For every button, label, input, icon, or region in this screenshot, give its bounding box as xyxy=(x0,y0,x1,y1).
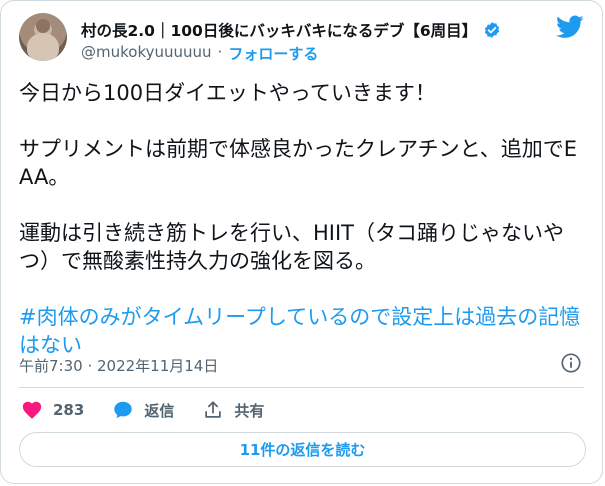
reply-button[interactable]: 返信 xyxy=(112,399,174,421)
tweet-hashtag[interactable]: #肉体のみがタイムリープしているので設定上は過去の記憶はない xyxy=(19,303,589,359)
tweet-paragraph-3: 運動は引き続き筋トレを行い、HIIT（タコ踊りじゃないやつ）で無酸素性持久力の強… xyxy=(19,221,565,273)
handle-separator: · xyxy=(217,43,223,61)
author-handle-row: @mukokyuuuuuu · フォローする xyxy=(81,43,318,64)
author-display-name[interactable]: 村の長2.0｜100日後にバッキバキになるデブ【6周目】 xyxy=(81,19,477,41)
heart-icon xyxy=(22,401,42,419)
avatar-body xyxy=(27,33,59,61)
share-icon xyxy=(205,401,222,418)
author-handle[interactable]: @mukokyuuuuuu xyxy=(81,43,212,64)
verified-badge-icon xyxy=(484,22,500,38)
twitter-bird-icon[interactable] xyxy=(556,15,584,39)
reply-bubble-icon xyxy=(114,401,133,419)
share-button[interactable]: 共有 xyxy=(202,399,264,421)
tweet-card: 村の長2.0｜100日後にバッキバキになるデブ【6周目】 @mukokyuuuu… xyxy=(0,0,603,484)
tweet-timestamp[interactable]: 午前7:30 · 2022年11月14日 xyxy=(19,355,218,376)
tweet-paragraph-2: サプリメントは前期で体感良かったクレアチンと、追加でEAA。 xyxy=(19,137,578,189)
avatar[interactable] xyxy=(19,13,67,61)
avatar-head xyxy=(36,19,50,33)
tweet-paragraph-1: 今日から100日ダイエットやっていきます！ xyxy=(19,81,436,105)
share-label: 共有 xyxy=(234,401,265,420)
tweet-body: 今日から100日ダイエットやっていきます！ サプリメントは前期で体感良かったクレ… xyxy=(19,79,589,359)
reply-label: 返信 xyxy=(144,401,175,420)
author-name-row: 村の長2.0｜100日後にバッキバキになるデブ【6周目】 xyxy=(81,19,501,41)
tweet-actions: 283 返信 共有 xyxy=(21,399,292,421)
info-icon[interactable] xyxy=(560,352,582,374)
like-count: 283 xyxy=(53,401,85,419)
divider xyxy=(19,387,584,388)
follow-button[interactable]: フォローする xyxy=(228,43,318,64)
read-replies-button[interactable]: 11件の返信を読む xyxy=(19,432,586,467)
like-button[interactable]: 283 xyxy=(21,399,84,421)
